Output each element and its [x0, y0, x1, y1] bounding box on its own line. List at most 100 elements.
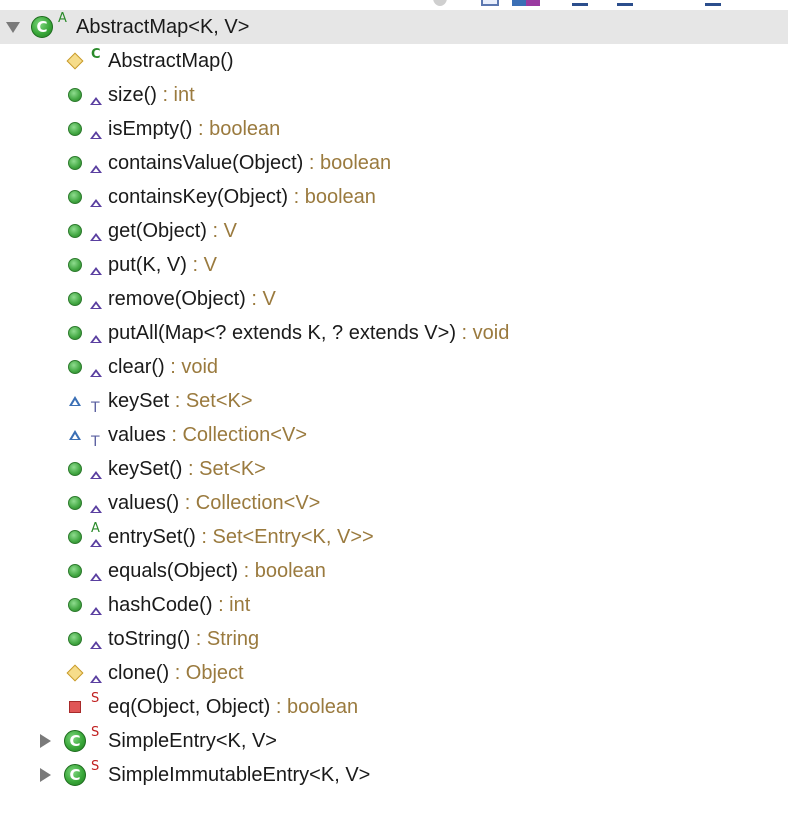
override-overlay-icon — [89, 486, 103, 520]
override-overlay-icon — [89, 146, 103, 180]
public-method-icon — [64, 486, 86, 520]
member-label: keySet() : Set<K> — [108, 452, 266, 486]
default-field-icon — [64, 418, 86, 452]
field-item[interactable]: TkeySet : Set<K> — [0, 384, 788, 418]
static-overlay-icon: S — [91, 725, 100, 740]
member-type: : void — [455, 322, 510, 344]
member-type: : V — [245, 288, 276, 310]
nested-class-label: SimpleImmutableEntry<K, V> — [108, 758, 370, 792]
method-item[interactable]: containsKey(Object) : boolean — [0, 180, 788, 214]
expand-toggle-icon[interactable] — [4, 10, 22, 44]
nested-class-item[interactable]: C S SimpleEntry<K, V> — [0, 724, 788, 758]
toolbar-filter3-icon[interactable] — [705, 0, 721, 6]
member-name: entrySet() — [108, 526, 196, 548]
method-item[interactable]: clone() : Object — [0, 656, 788, 690]
member-label: hashCode() : int — [108, 588, 250, 622]
method-item[interactable]: get(Object) : V — [0, 214, 788, 248]
override-overlay-icon — [89, 180, 103, 214]
member-type: : boolean — [288, 186, 376, 208]
toolbar-circle-icon[interactable] — [433, 0, 447, 6]
method-item[interactable]: keySet() : Set<K> — [0, 452, 788, 486]
member-name: AbstractMap() — [108, 50, 234, 72]
member-type: : Collection<V> — [179, 492, 321, 514]
member-type: : boolean — [192, 118, 281, 140]
method-item[interactable]: toString() : String — [0, 622, 788, 656]
abstract-override-overlay-icon: A — [89, 520, 103, 554]
class-icon: C — [31, 10, 53, 44]
member-name: keySet — [108, 390, 170, 412]
public-method-icon — [64, 316, 86, 350]
member-label: clear() : void — [108, 350, 218, 384]
toolbar-strip — [0, 0, 788, 8]
member-name: putAll(Map<? extends K, ? extends V>) — [108, 322, 456, 344]
public-method-icon — [64, 214, 86, 248]
member-name: keySet() — [108, 458, 183, 480]
member-label: containsValue(Object) : boolean — [108, 146, 391, 180]
member-type: : Set<K> — [169, 390, 253, 412]
expand-toggle-icon[interactable] — [36, 724, 54, 758]
member-name: toString() — [108, 628, 191, 650]
method-item[interactable]: containsValue(Object) : boolean — [0, 146, 788, 180]
class-name: SimpleEntry<K, V> — [108, 730, 277, 752]
member-type: : boolean — [270, 696, 359, 718]
public-method-icon — [64, 622, 86, 656]
override-overlay-icon — [89, 316, 103, 350]
member-type: : Set<K> — [182, 458, 266, 480]
constructor-item[interactable]: C AbstractMap() — [0, 44, 788, 78]
class-icon: C — [64, 758, 86, 792]
method-item[interactable]: putAll(Map<? extends K, ? extends V>) : … — [0, 316, 788, 350]
member-name: hashCode() — [108, 594, 213, 616]
class-name: SimpleImmutableEntry<K, V> — [108, 764, 371, 786]
method-item[interactable]: isEmpty() : boolean — [0, 112, 788, 146]
member-name: values — [108, 424, 166, 446]
method-item[interactable]: hashCode() : int — [0, 588, 788, 622]
toolbar-filter-icon[interactable] — [572, 0, 588, 6]
toolbar-box-icon[interactable] — [481, 0, 499, 6]
member-label: remove(Object) : V — [108, 282, 276, 316]
method-item[interactable]: remove(Object) : V — [0, 282, 788, 316]
member-type: : void — [164, 356, 219, 378]
override-overlay-icon — [89, 588, 103, 622]
method-item[interactable]: equals(Object) : boolean — [0, 554, 788, 588]
toolbar-sort-icon[interactable] — [512, 0, 540, 6]
member-type: : boolean — [303, 152, 392, 174]
override-overlay-icon — [89, 214, 103, 248]
public-method-icon — [64, 520, 86, 554]
member-name: containsKey(Object) — [108, 186, 289, 208]
member-label: values : Collection<V> — [108, 418, 307, 452]
override-overlay-icon — [89, 78, 103, 112]
method-item[interactable]: values() : Collection<V> — [0, 486, 788, 520]
override-overlay-icon — [89, 656, 103, 690]
public-method-icon — [64, 112, 86, 146]
member-label: size() : int — [108, 78, 195, 112]
method-item[interactable]: AentrySet() : Set<Entry<K, V>> — [0, 520, 788, 554]
static-overlay-icon: S — [91, 691, 100, 706]
method-item[interactable]: size() : int — [0, 78, 788, 112]
member-label: eq(Object, Object) : boolean — [108, 690, 358, 724]
member-label: equals(Object) : boolean — [108, 554, 326, 588]
abstract-overlay-icon: A — [58, 11, 67, 26]
public-method-icon — [64, 282, 86, 316]
member-name: isEmpty() — [108, 118, 193, 140]
method-item[interactable]: Seq(Object, Object) : boolean — [0, 690, 788, 724]
public-method-icon — [64, 78, 86, 112]
member-name: containsValue(Object) — [108, 152, 304, 174]
override-overlay-icon — [89, 248, 103, 282]
method-item[interactable]: put(K, V) : V — [0, 248, 788, 282]
nested-class-item[interactable]: C S SimpleImmutableEntry<K, V> — [0, 758, 788, 792]
default-field-icon — [64, 384, 86, 418]
class-icon: C — [64, 724, 86, 758]
member-label: get(Object) : V — [108, 214, 237, 248]
field-item[interactable]: Tvalues : Collection<V> — [0, 418, 788, 452]
method-item[interactable]: clear() : void — [0, 350, 788, 384]
member-name: values() — [108, 492, 180, 514]
expand-toggle-icon[interactable] — [36, 758, 54, 792]
member-name: remove(Object) — [108, 288, 246, 310]
member-name: eq(Object, Object) — [108, 696, 271, 718]
override-overlay-icon — [89, 350, 103, 384]
member-label: toString() : String — [108, 622, 259, 656]
toolbar-filter2-icon[interactable] — [617, 0, 633, 6]
transient-overlay-icon: T — [91, 400, 100, 416]
member-type: : V — [206, 220, 237, 242]
tree-root-class[interactable]: C A AbstractMap<K, V> — [0, 10, 788, 44]
